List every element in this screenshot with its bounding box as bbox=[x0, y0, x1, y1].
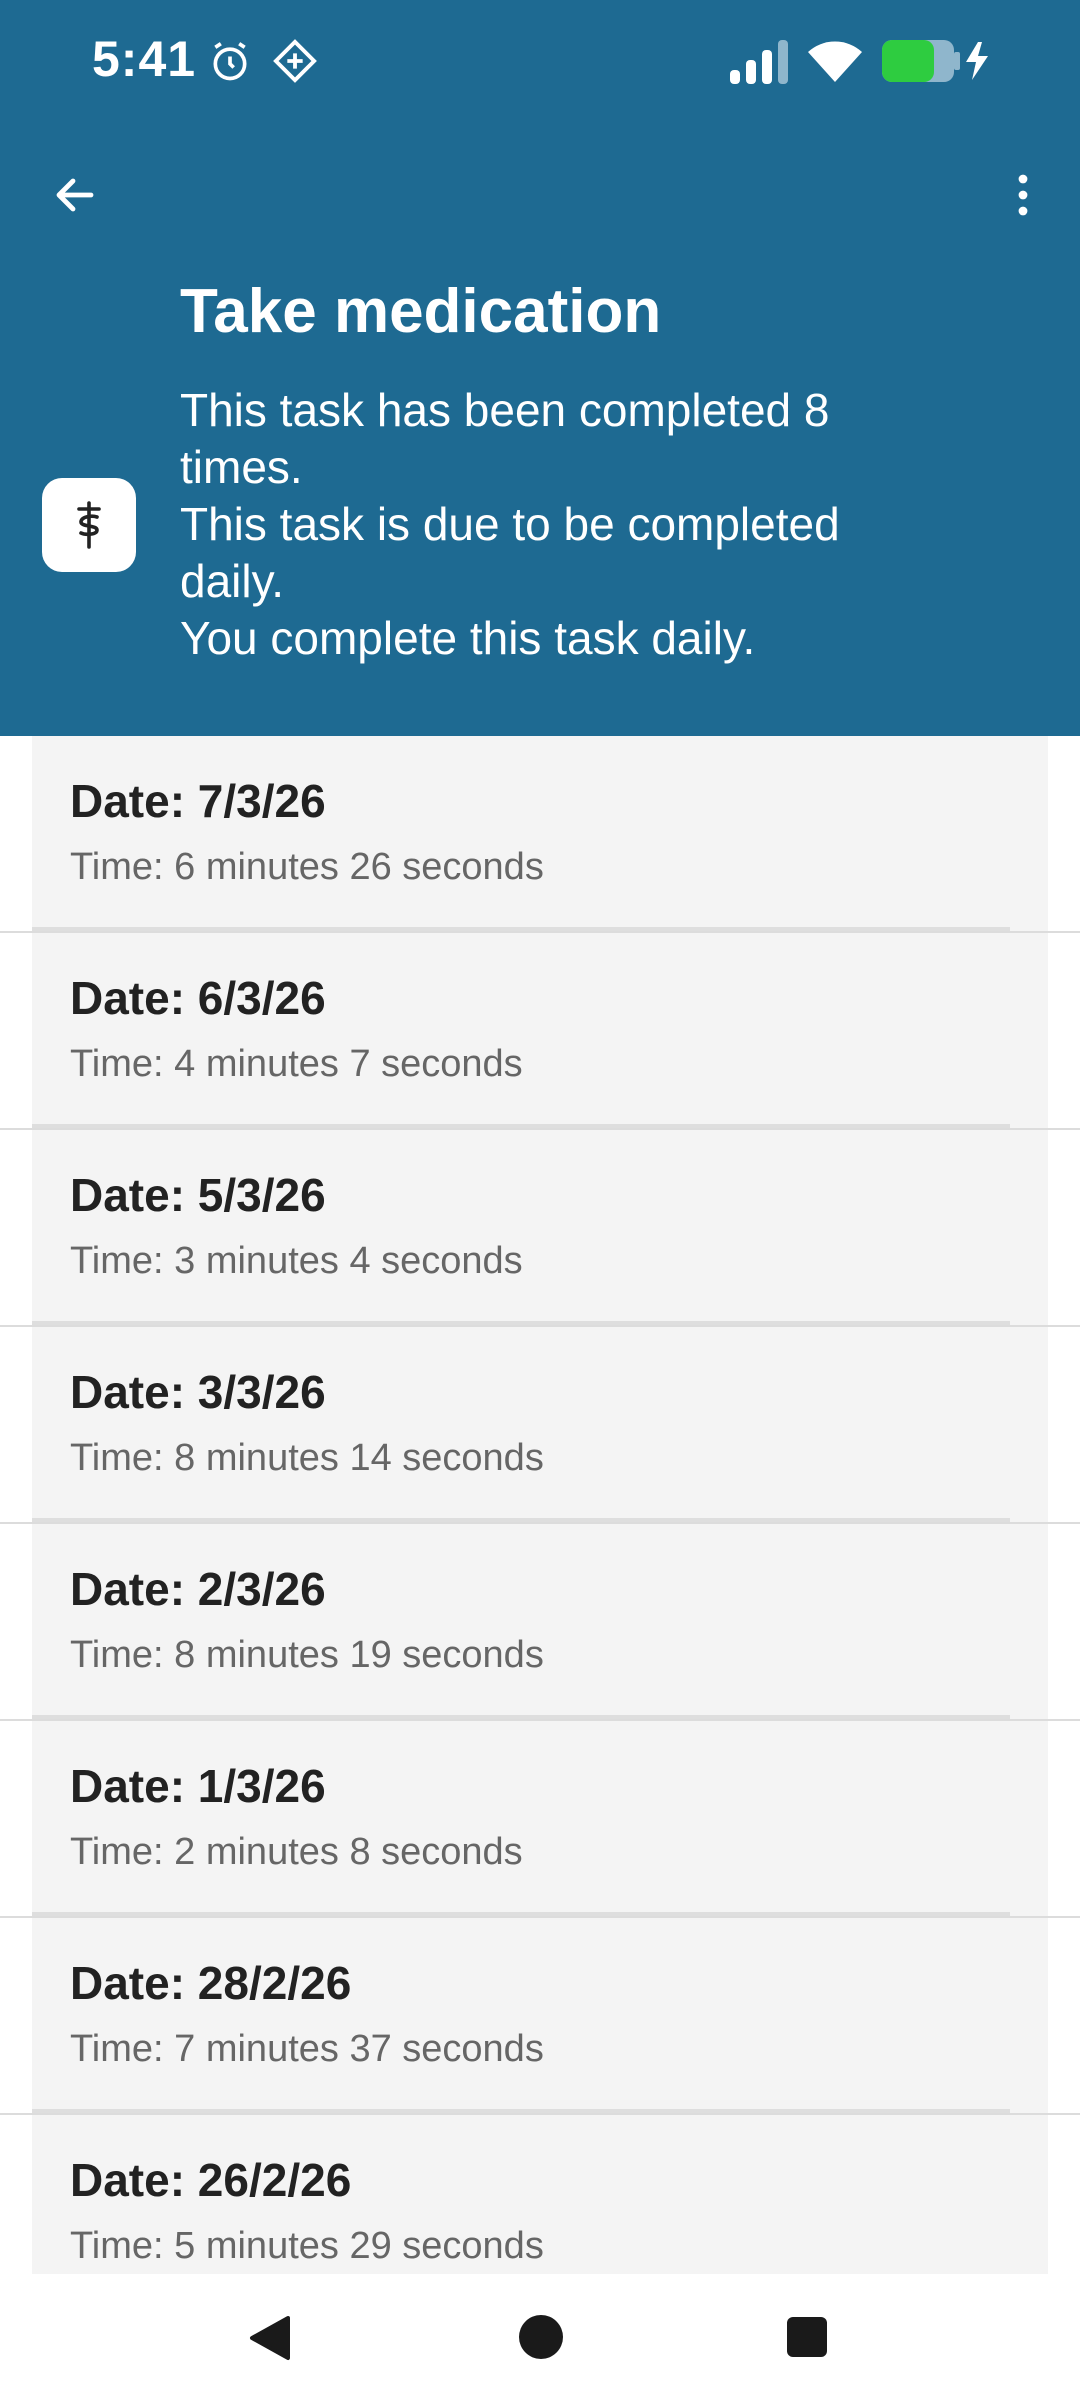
battery-charging-icon bbox=[882, 38, 992, 89]
history-row[interactable]: Date: 28/2/26 Time: 7 minutes 37 seconds bbox=[0, 1918, 1080, 2115]
task-description: This task has been completed 8 times. Th… bbox=[180, 382, 1040, 667]
task-description-line: This task has been completed 8 bbox=[180, 384, 830, 436]
history-duration: Time: 8 minutes 14 seconds bbox=[70, 1437, 544, 1479]
status-time: 5:41 bbox=[92, 31, 197, 87]
nav-recents-button[interactable] bbox=[786, 2316, 828, 2363]
history-row[interactable]: Date: 7/3/26 Time: 6 minutes 26 seconds bbox=[0, 736, 1080, 933]
history-row[interactable]: Date: 3/3/26 Time: 8 minutes 14 seconds bbox=[0, 1327, 1080, 1524]
history-date: Date: 28/2/26 bbox=[70, 1957, 352, 2009]
history-date: Date: 3/3/26 bbox=[70, 1366, 326, 1418]
history-row[interactable]: Date: 6/3/26 Time: 4 minutes 7 seconds bbox=[0, 933, 1080, 1130]
more-vertical-icon bbox=[1018, 174, 1028, 216]
history-card: Date: 2/3/26 Time: 8 minutes 19 seconds bbox=[32, 1524, 1048, 1719]
circle-home-icon bbox=[519, 2315, 563, 2359]
history-date: Date: 2/3/26 bbox=[70, 1563, 326, 1615]
task-title: Take medication bbox=[180, 277, 662, 346]
history-date: Date: 1/3/26 bbox=[70, 1760, 326, 1812]
history-duration: Time: 3 minutes 4 seconds bbox=[70, 1240, 523, 1282]
task-description-line: You complete this task daily. bbox=[180, 612, 756, 664]
history-card: Date: 3/3/26 Time: 8 minutes 14 seconds bbox=[32, 1327, 1048, 1522]
history-date: Date: 5/3/26 bbox=[70, 1169, 326, 1221]
history-card: Date: 5/3/26 Time: 3 minutes 4 seconds bbox=[32, 1130, 1048, 1325]
task-description-line: daily. bbox=[180, 555, 284, 607]
history-date: Date: 7/3/26 bbox=[70, 775, 326, 827]
history-row[interactable]: Date: 26/2/26 Time: 5 minutes 29 seconds bbox=[0, 2115, 1080, 2274]
signal-icon bbox=[728, 38, 790, 89]
nav-home-button[interactable] bbox=[518, 2314, 564, 2365]
task-description-line: times. bbox=[180, 441, 303, 493]
status-bar: 5:41 bbox=[0, 0, 1080, 124]
task-header: 5:41 Take medication This task has been … bbox=[0, 0, 1080, 736]
completion-history-list[interactable]: Date: 7/3/26 Time: 6 minutes 26 seconds … bbox=[0, 736, 1080, 2274]
history-card: Date: 1/3/26 Time: 2 minutes 8 seconds bbox=[32, 1721, 1048, 1916]
history-duration: Time: 7 minutes 37 seconds bbox=[70, 2028, 544, 2070]
more-options-button[interactable] bbox=[988, 160, 1058, 230]
history-row[interactable]: Date: 2/3/26 Time: 8 minutes 19 seconds bbox=[0, 1524, 1080, 1721]
history-card: Date: 6/3/26 Time: 4 minutes 7 seconds bbox=[32, 933, 1048, 1128]
history-duration: Time: 8 minutes 19 seconds bbox=[70, 1634, 544, 1676]
history-duration: Time: 4 minutes 7 seconds bbox=[70, 1043, 523, 1085]
square-recents-icon bbox=[787, 2317, 827, 2357]
triangle-back-icon bbox=[250, 2316, 290, 2360]
history-card: Date: 7/3/26 Time: 6 minutes 26 seconds bbox=[32, 736, 1048, 931]
history-date: Date: 26/2/26 bbox=[70, 2154, 352, 2206]
medical-caduceus-icon bbox=[77, 501, 101, 549]
task-description-line: This task is due to be completed bbox=[180, 498, 840, 550]
history-duration: Time: 5 minutes 29 seconds bbox=[70, 2225, 544, 2267]
arrow-left-icon bbox=[56, 178, 94, 212]
history-row[interactable]: Date: 1/3/26 Time: 2 minutes 8 seconds bbox=[0, 1721, 1080, 1918]
nav-back-button[interactable] bbox=[246, 2314, 292, 2367]
wifi-icon bbox=[806, 38, 864, 89]
history-duration: Time: 6 minutes 26 seconds bbox=[70, 846, 544, 888]
history-card: Date: 28/2/26 Time: 7 minutes 37 seconds bbox=[32, 1918, 1048, 2113]
nav-diamond-icon bbox=[272, 38, 318, 89]
history-row[interactable]: Date: 5/3/26 Time: 3 minutes 4 seconds bbox=[0, 1130, 1080, 1327]
alarm-icon bbox=[208, 40, 252, 89]
system-navigation-bar bbox=[0, 2274, 1080, 2400]
history-date: Date: 6/3/26 bbox=[70, 972, 326, 1024]
back-button[interactable] bbox=[40, 160, 110, 230]
task-category-icon bbox=[42, 478, 136, 572]
history-card: Date: 26/2/26 Time: 5 minutes 29 seconds bbox=[32, 2115, 1048, 2274]
history-duration: Time: 2 minutes 8 seconds bbox=[70, 1831, 523, 1873]
